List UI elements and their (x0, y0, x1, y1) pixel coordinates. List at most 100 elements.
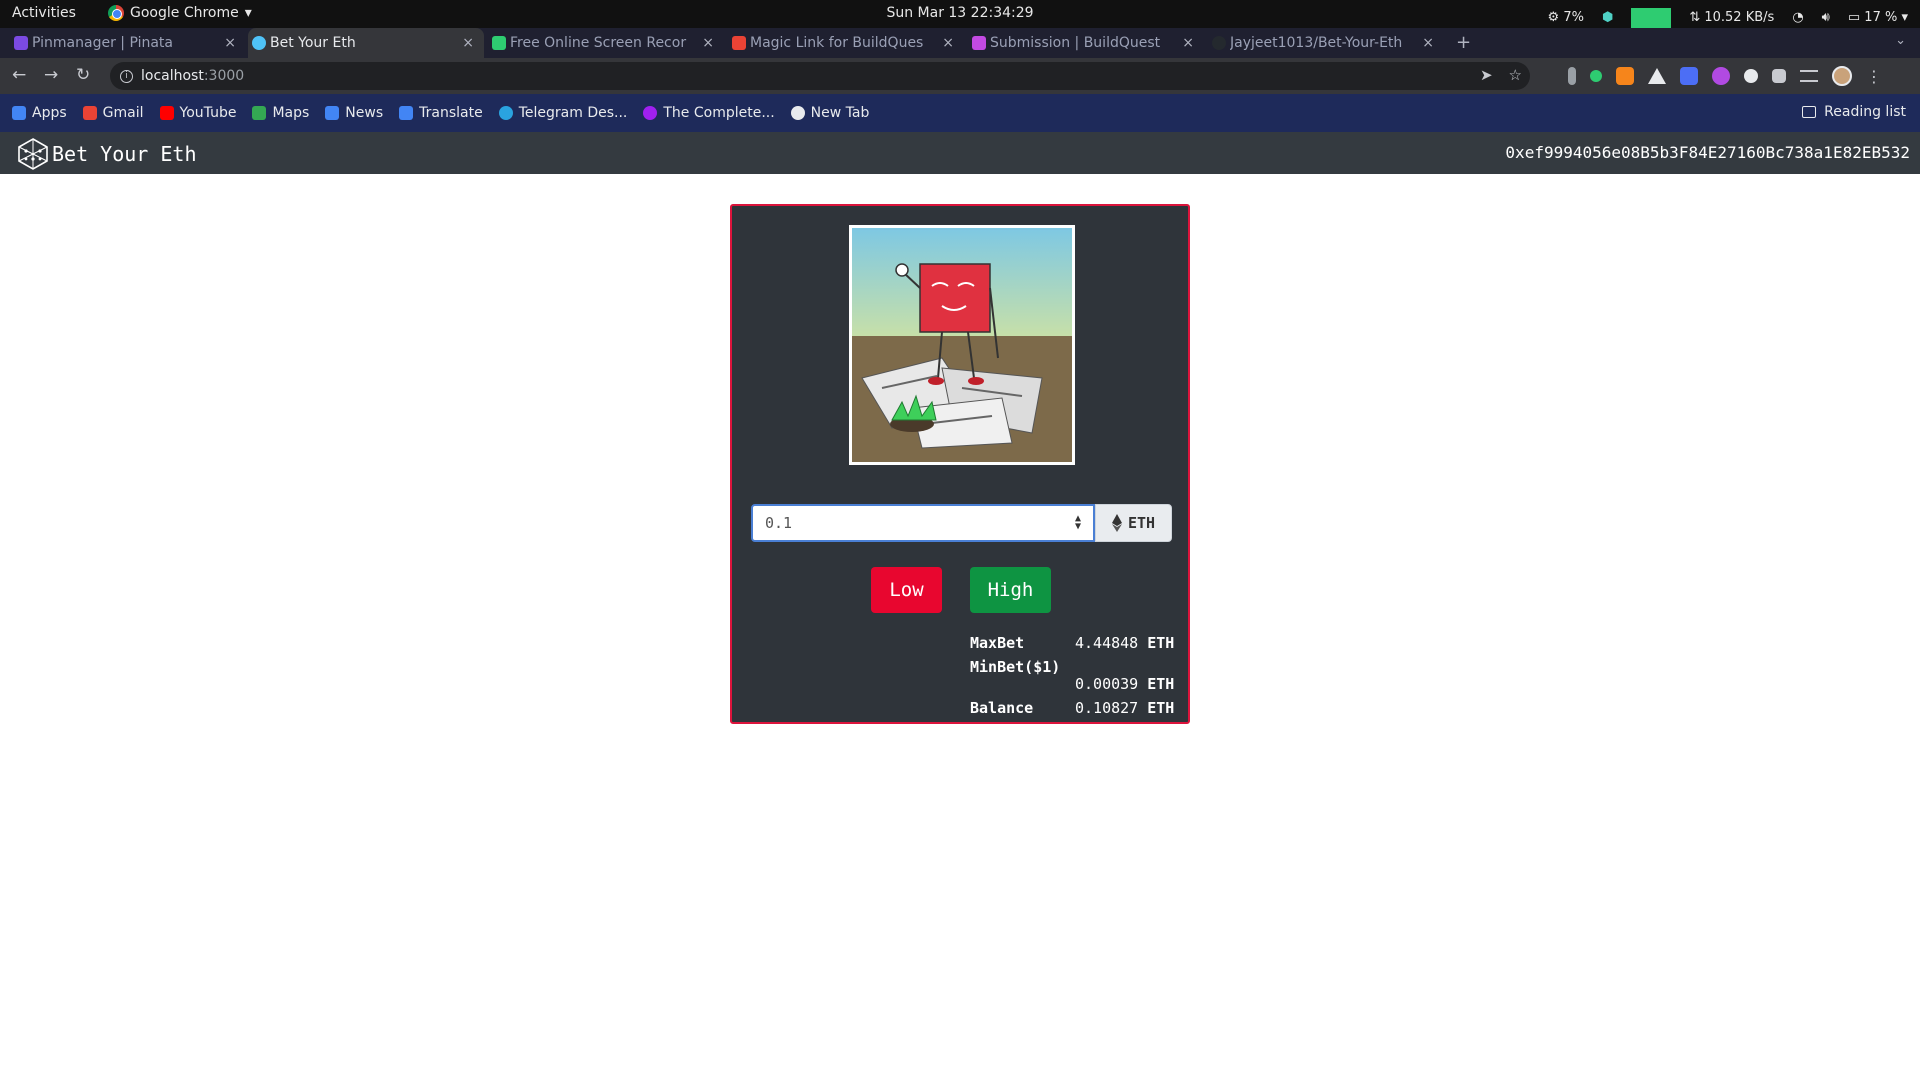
send-icon[interactable]: ➤ (1480, 66, 1493, 84)
battery-status: ▭ 17 % ▾ (1847, 9, 1908, 25)
paw-extension-icon[interactable] (1590, 70, 1602, 82)
github-favicon-icon (1212, 36, 1226, 50)
bet-high-button[interactable]: High (970, 567, 1051, 613)
tab-bet-your-eth[interactable]: Bet Your Eth × (248, 28, 484, 58)
tab-magic-link[interactable]: Magic Link for BuildQues × (728, 28, 964, 58)
app-navbar: Bet Your Eth 0xef9994056e08B5b3F84E27160… (0, 132, 1920, 174)
circle-extension-icon[interactable] (1744, 69, 1758, 83)
maps-icon (252, 106, 267, 120)
stat-row-minbet: MinBet($1) (970, 658, 1060, 676)
close-icon[interactable]: × (702, 35, 714, 51)
bookmarks-bar: Apps Gmail YouTube Maps News Translate T… (0, 94, 1920, 132)
bookmark-label: New Tab (810, 105, 870, 121)
close-icon[interactable]: × (462, 35, 474, 51)
address-bar[interactable]: i localhost:3000 ➤ ☆ (110, 62, 1530, 90)
minbet-value-group: 0.00039 ETH (1075, 675, 1174, 693)
chrome-icon (108, 5, 124, 21)
wifi-icon: ◔ (1792, 9, 1804, 25)
close-icon[interactable]: × (1422, 35, 1434, 51)
apps-grid-icon (12, 106, 26, 120)
tab-pinata[interactable]: Pinmanager | Pinata × (10, 28, 246, 58)
metamask-fox-icon[interactable] (1616, 67, 1634, 85)
puzzle-extensions-icon[interactable] (1772, 69, 1786, 83)
maxbet-label: MaxBet (970, 634, 1025, 652)
bookmark-apps[interactable]: Apps (12, 105, 67, 121)
omnibox-actions: ➤ ☆ (1480, 66, 1522, 84)
wallet-address: 0xef9994056e08B5b3F84E27160Bc738a1E82EB5… (1505, 143, 1910, 162)
bet-amount-input[interactable]: 0.1 ▲ ▼ (751, 504, 1095, 542)
minbet-label: MinBet($1) (970, 658, 1061, 676)
translate-icon (399, 106, 414, 120)
info-icon[interactable]: i (120, 69, 133, 83)
profile-avatar[interactable] (1832, 66, 1852, 86)
udemy-icon (643, 106, 658, 120)
url-text[interactable]: localhost:3000 (141, 68, 244, 84)
stat-row-balance: Balance (970, 699, 1033, 717)
minbet-value: 0.00039 (1075, 675, 1139, 693)
youtube-icon (159, 106, 174, 120)
cpu-icon: ⚙ (1547, 9, 1560, 25)
maxbet-value: 4.44848 (1075, 634, 1139, 652)
bookmark-label: Maps (272, 105, 310, 121)
triangle-extension-icon[interactable] (1648, 68, 1666, 84)
dice-logo-icon (18, 138, 48, 170)
cpu-label: 7% (1563, 9, 1584, 25)
brand[interactable]: Bet Your Eth (16, 137, 197, 171)
bookmark-label: Apps (32, 105, 67, 121)
mouse-extension-icon[interactable] (1568, 67, 1576, 85)
bookmark-telegram[interactable]: Telegram Des... (498, 105, 627, 121)
bet-amount-group: 0.1 ▲ ▼ ETH (751, 504, 1172, 542)
bookmark-youtube[interactable]: YouTube (159, 105, 236, 121)
nft-image-frame (849, 225, 1075, 465)
bookmark-label: Gmail (102, 105, 144, 121)
bookmark-gmail[interactable]: Gmail (82, 105, 144, 121)
close-icon[interactable]: × (1182, 35, 1194, 51)
tab-label: Free Online Screen Recor (510, 35, 687, 51)
bookmark-the-complete[interactable]: The Complete... (643, 105, 775, 121)
media-queue-icon[interactable] (1800, 70, 1818, 82)
bookmark-label: News (345, 105, 384, 121)
bookmark-new-tab[interactable]: New Tab (790, 105, 870, 121)
activities-button[interactable]: Activities (12, 5, 76, 21)
bet-low-button[interactable]: Low (871, 567, 942, 613)
bookmark-maps[interactable]: Maps (252, 105, 309, 121)
tab-submission[interactable]: Submission | BuildQuest × (968, 28, 1204, 58)
recorder-favicon-icon (492, 36, 506, 50)
tab-search-chevron-icon[interactable]: ⌄ (1895, 33, 1906, 48)
balance-unit: ETH (1147, 699, 1175, 717)
bookmark-translate[interactable]: Translate (399, 105, 483, 121)
video-extension-icon[interactable] (1680, 67, 1698, 85)
app-menu[interactable]: Google Chrome ▾ (108, 5, 252, 21)
menu-kebab-icon[interactable]: ⋮ (1866, 67, 1882, 86)
net-speed: ⇅ 10.52 KB/s (1689, 9, 1775, 25)
pinata-favicon-icon (14, 36, 28, 50)
news-icon (325, 106, 340, 120)
system-tray[interactable]: ⚙ 7% ⬢ ⇅ 10.52 KB/s ◔ 🔊︎ ▭ 17 % ▾ (1548, 4, 1908, 30)
balance-label: Balance (970, 699, 1034, 717)
url-host: localhost (141, 68, 204, 84)
close-icon[interactable]: × (942, 35, 954, 51)
purple-extension-icon[interactable] (1712, 67, 1730, 85)
gmail-favicon-icon (732, 36, 746, 50)
brand-title: Bet Your Eth (52, 142, 197, 166)
cpu-monitor: ⚙ 7% (1548, 10, 1584, 25)
nft-illustration (852, 228, 1072, 462)
balance-value-group: 0.10827 ETH (1075, 699, 1174, 717)
reload-icon[interactable]: ↻ (76, 65, 90, 85)
bookmark-star-icon[interactable]: ☆ (1509, 66, 1522, 84)
close-icon[interactable]: × (224, 35, 236, 51)
buildquest-favicon-icon (972, 36, 986, 50)
balance-value: 0.10827 (1075, 699, 1139, 717)
forward-arrow-icon[interactable]: → (44, 65, 58, 85)
bookmark-label: Translate (419, 105, 483, 121)
back-arrow-icon[interactable]: ← (12, 65, 26, 85)
tab-screen-recorder[interactable]: Free Online Screen Recor × (488, 28, 724, 58)
bookmark-news[interactable]: News (325, 105, 383, 121)
number-stepper-icon[interactable]: ▲ ▼ (1075, 514, 1081, 532)
reading-list-button[interactable]: Reading list (1802, 104, 1906, 120)
battery-label: 17 % (1864, 9, 1898, 25)
bookmark-label: The Complete... (663, 105, 775, 121)
tab-github[interactable]: Jayjeet1013/Bet-Your-Eth × (1208, 28, 1444, 58)
reading-list-label: Reading list (1824, 104, 1906, 120)
new-tab-plus-icon[interactable]: + (1456, 32, 1471, 53)
